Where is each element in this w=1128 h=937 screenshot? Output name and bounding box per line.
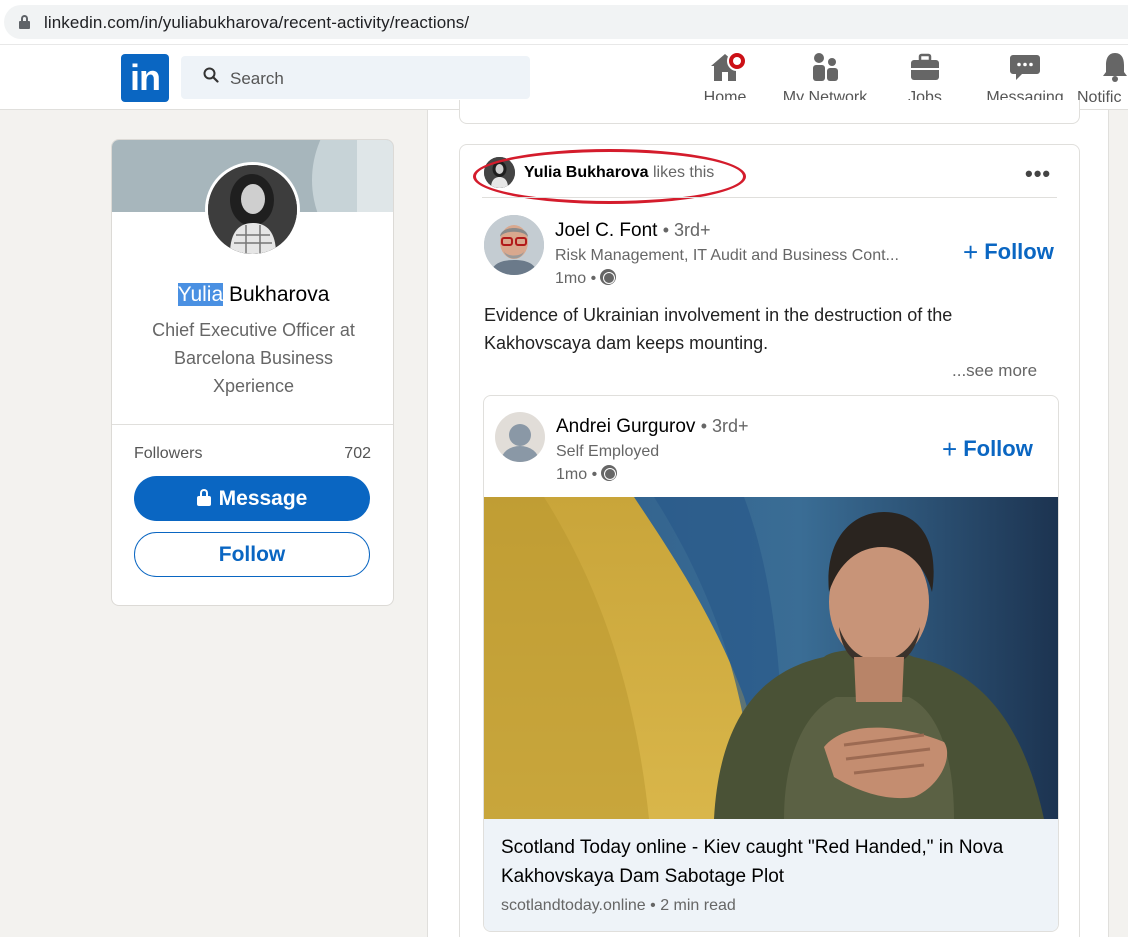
author-name-text: Joel C. Font bbox=[555, 220, 658, 241]
shared-author-name[interactable]: Andrei Gurgurov • 3rd+ bbox=[556, 416, 749, 438]
shared-author-name-text: Andrei Gurgurov bbox=[556, 416, 696, 437]
messaging-icon bbox=[1010, 55, 1040, 80]
bell-icon bbox=[1103, 53, 1127, 82]
plus-icon: + bbox=[942, 434, 958, 464]
plus-icon: + bbox=[963, 237, 979, 267]
article-caption[interactable]: Scotland Today online - Kiev caught "Red… bbox=[484, 819, 1058, 931]
post-text: Evidence of Ukrainian involvement in the… bbox=[484, 305, 953, 353]
profile-name[interactable]: Yulia Bukharova bbox=[112, 283, 393, 307]
lock-icon bbox=[19, 15, 30, 29]
network-icon bbox=[813, 53, 838, 81]
divider bbox=[482, 197, 1057, 198]
profile-photo bbox=[208, 165, 297, 254]
shared-author-description: Self Employed bbox=[556, 443, 660, 460]
shared-post-timestamp: 1mo • bbox=[556, 465, 618, 484]
followers-label: Followers bbox=[134, 445, 203, 462]
browser-url-bar: linkedin.com/in/yuliabukharova/recent-ac… bbox=[0, 0, 1128, 44]
post-card: Yulia Bukharova likes this ••• Joel C. F… bbox=[459, 144, 1080, 937]
annotation-oval bbox=[473, 149, 746, 204]
address-field[interactable]: linkedin.com/in/yuliabukharova/recent-ac… bbox=[4, 5, 1128, 39]
search-input[interactable]: Search bbox=[230, 69, 284, 89]
message-button-label: Message bbox=[218, 487, 308, 510]
see-more-link[interactable]: ...see more bbox=[952, 361, 1037, 381]
nav-notifications[interactable]: Notific bbox=[1077, 51, 1128, 109]
author-avatar[interactable] bbox=[484, 215, 544, 275]
profile-avatar[interactable] bbox=[205, 162, 300, 257]
lock-icon bbox=[196, 489, 211, 506]
more-options-icon[interactable]: ••• bbox=[1025, 161, 1051, 187]
linkedin-logo[interactable]: in bbox=[121, 54, 169, 102]
follow-shared-author-button[interactable]: + Follow bbox=[942, 434, 1033, 465]
divider bbox=[112, 424, 393, 425]
article-title[interactable]: Scotland Today online - Kiev caught "Red… bbox=[501, 833, 1041, 891]
previous-post-card bbox=[459, 100, 1080, 124]
notification-badge bbox=[727, 51, 747, 71]
follow-author-button[interactable]: + Follow bbox=[963, 237, 1054, 268]
follow-button[interactable]: Follow bbox=[134, 532, 370, 577]
url-text[interactable]: linkedin.com/in/yuliabukharova/recent-ac… bbox=[44, 13, 469, 33]
connection-degree: • 3rd+ bbox=[700, 416, 749, 436]
author-name[interactable]: Joel C. Font • 3rd+ bbox=[555, 220, 711, 242]
profile-headline: Chief Executive Officer at Barcelona Bus… bbox=[152, 320, 355, 396]
author-description: Risk Management, IT Audit and Business C… bbox=[555, 247, 899, 264]
article-source: scotlandtoday.online • 2 min read bbox=[501, 897, 736, 914]
globe-icon bbox=[601, 465, 618, 481]
search-icon bbox=[203, 67, 219, 83]
post-time: 1mo • bbox=[555, 270, 597, 287]
post-timestamp: 1mo • bbox=[555, 269, 617, 288]
globe-icon bbox=[600, 269, 617, 285]
shared-post: Andrei Gurgurov • 3rd+ Self Employed 1mo… bbox=[483, 395, 1059, 932]
shared-post-time: 1mo • bbox=[556, 466, 598, 483]
briefcase-icon bbox=[911, 53, 939, 80]
follow-author-label: Follow bbox=[984, 239, 1054, 264]
connection-degree: • 3rd+ bbox=[662, 220, 711, 240]
follow-shared-author-label: Follow bbox=[963, 436, 1033, 461]
article-image[interactable] bbox=[484, 497, 1058, 819]
search-box[interactable]: Search bbox=[181, 56, 530, 99]
profile-first-name: Yulia bbox=[177, 283, 224, 306]
shared-author-avatar[interactable] bbox=[495, 412, 545, 462]
profile-card: Yulia Bukharova Chief Executive Officer … bbox=[111, 139, 394, 606]
nav-label: Notific bbox=[1077, 89, 1122, 106]
followers-count: 702 bbox=[344, 445, 371, 462]
profile-last-name: Bukharova bbox=[228, 283, 330, 306]
message-button[interactable]: Message bbox=[134, 476, 370, 521]
